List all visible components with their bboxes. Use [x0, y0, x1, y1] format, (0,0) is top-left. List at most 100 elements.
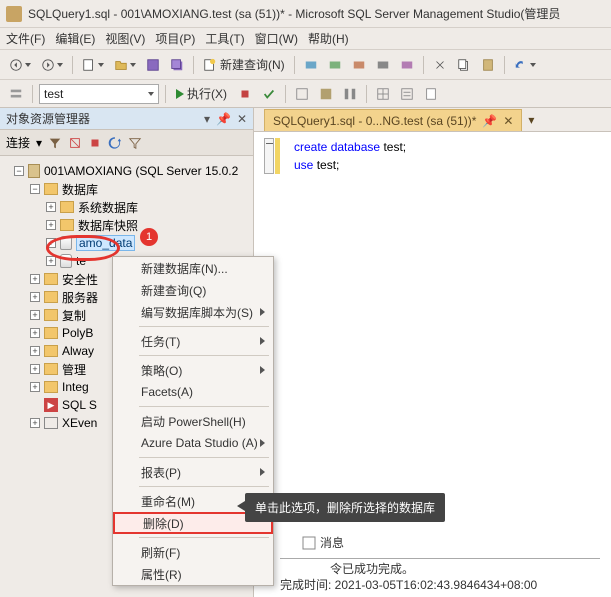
- nav-back-button[interactable]: [6, 54, 34, 76]
- tree-xeven[interactable]: XEven: [62, 416, 97, 430]
- tree-polyb[interactable]: PolyB: [62, 326, 93, 340]
- connect-arrow-icon[interactable]: ▾: [36, 136, 42, 150]
- pin-icon[interactable]: 📌: [482, 114, 497, 128]
- undo-button[interactable]: [511, 54, 539, 76]
- tab-dropdown-icon[interactable]: ▾: [522, 109, 540, 131]
- cm-policies[interactable]: 策略(O): [113, 359, 273, 381]
- cm-reports[interactable]: 报表(P): [113, 461, 273, 483]
- ext-btn-5[interactable]: [397, 54, 417, 76]
- new-query-button[interactable]: 新建查询(N): [200, 54, 288, 76]
- save-all-button[interactable]: [167, 54, 187, 76]
- menu-window[interactable]: 窗口(W): [255, 30, 298, 47]
- cm-properties[interactable]: 属性(R): [113, 563, 273, 585]
- toolbar-main: 新建查询(N): [0, 50, 611, 80]
- disconnect-icon[interactable]: [68, 136, 82, 150]
- filter-icon[interactable]: [48, 136, 62, 150]
- message-icon: [302, 536, 316, 550]
- tree-databases[interactable]: 数据库: [62, 181, 98, 198]
- ext-btn-4[interactable]: [373, 54, 393, 76]
- copy-button[interactable]: [454, 54, 474, 76]
- menu-project[interactable]: 项目(P): [155, 30, 195, 47]
- panel-title-bar: 对象资源管理器 ▾ 📌 ✕: [0, 108, 253, 130]
- title-bar: SQLQuery1.sql - 001\AMOXIANG.test (sa (5…: [0, 0, 611, 28]
- tree-sysdb[interactable]: 系统数据库: [78, 199, 138, 216]
- editor-tab[interactable]: SQLQuery1.sql - 0...NG.test (sa (51))* 📌…: [264, 109, 522, 131]
- open-button[interactable]: [111, 54, 139, 76]
- callout-1-circle: [46, 235, 120, 261]
- play-icon: [176, 89, 184, 99]
- status-message: 令已成功完成。: [330, 560, 414, 577]
- stop-icon[interactable]: [88, 136, 102, 150]
- database-combo-value: test: [44, 87, 63, 101]
- cm-new-db[interactable]: 新建数据库(N)...: [113, 257, 273, 279]
- change-conn-button[interactable]: [6, 83, 26, 105]
- new-query-icon: [203, 58, 217, 72]
- new-query-label: 新建查询(N): [220, 56, 285, 73]
- results-grid-button[interactable]: [373, 83, 393, 105]
- nav-forward-button[interactable]: [38, 54, 66, 76]
- save-button[interactable]: [143, 54, 163, 76]
- cut-button[interactable]: [430, 54, 450, 76]
- menu-tools[interactable]: 工具(T): [205, 30, 244, 47]
- ext-btn-3[interactable]: [349, 54, 369, 76]
- ext-btn-1[interactable]: [301, 54, 321, 76]
- panel-pin-icon[interactable]: 📌: [216, 112, 231, 126]
- close-tab-icon[interactable]: ✕: [503, 114, 513, 128]
- tooltip: 单击此选项，删除所选择的数据库: [245, 493, 445, 522]
- messages-tab[interactable]: 消息: [320, 534, 344, 551]
- debug-button[interactable]: [235, 83, 255, 105]
- editor-tab-bar: SQLQuery1.sql - 0...NG.test (sa (51))* 📌…: [254, 108, 611, 132]
- database-combo[interactable]: test: [39, 84, 159, 104]
- cm-facets[interactable]: Facets(A): [113, 381, 273, 403]
- connect-label[interactable]: 连接: [6, 134, 30, 151]
- menu-edit[interactable]: 编辑(E): [55, 30, 95, 47]
- panel-title-text: 对象资源管理器: [6, 110, 90, 127]
- tree-serverobj[interactable]: 服务器: [62, 289, 98, 306]
- panel-menu-arrow-icon[interactable]: ▾: [204, 112, 210, 126]
- new-item-button[interactable]: [79, 54, 107, 76]
- ext-btn-2[interactable]: [325, 54, 345, 76]
- tree-manage[interactable]: 管理: [62, 361, 86, 378]
- window-title: SQLQuery1.sql - 001\AMOXIANG.test (sa (5…: [28, 5, 560, 22]
- options-button-3[interactable]: [340, 83, 360, 105]
- refresh-icon[interactable]: [108, 136, 122, 150]
- tree-dbopt[interactable]: 数据库快照: [78, 217, 138, 234]
- options-button-1[interactable]: [292, 83, 312, 105]
- editor-area: SQLQuery1.sql - 0...NG.test (sa (51))* 📌…: [254, 108, 611, 597]
- cm-script[interactable]: 编写数据库脚本为(S): [113, 301, 273, 323]
- results-text-button[interactable]: [397, 83, 417, 105]
- tree-always[interactable]: Alway: [62, 344, 94, 358]
- tree-integ[interactable]: Integ: [62, 380, 89, 394]
- results-file-button[interactable]: [421, 83, 441, 105]
- tree-security[interactable]: 安全性: [62, 271, 98, 288]
- tree-sqls[interactable]: SQL S: [62, 398, 97, 412]
- cm-new-query[interactable]: 新建查询(Q): [113, 279, 273, 301]
- editor-tab-label: SQLQuery1.sql - 0...NG.test (sa (51))*: [273, 114, 476, 128]
- app-icon: [6, 6, 22, 22]
- chevron-down-icon: [148, 92, 154, 96]
- change-marker: [275, 138, 280, 174]
- options-button-2[interactable]: [316, 83, 336, 105]
- code-editor[interactable]: create database test; use test;: [254, 132, 611, 597]
- panel-close-icon[interactable]: ✕: [237, 112, 247, 126]
- menu-view[interactable]: 视图(V): [105, 30, 145, 47]
- cm-refresh[interactable]: 刷新(F): [113, 541, 273, 563]
- outline-collapse-icon[interactable]: [264, 138, 274, 174]
- menu-bar: 文件(F) 编辑(E) 视图(V) 项目(P) 工具(T) 窗口(W) 帮助(H…: [0, 28, 611, 50]
- tree-replication[interactable]: 复制: [62, 307, 86, 324]
- execute-label: 执行(X): [187, 85, 227, 102]
- panel-toolbar: 连接 ▾: [0, 130, 253, 156]
- cm-azure-data-studio[interactable]: Azure Data Studio (A): [113, 432, 273, 454]
- paste-button[interactable]: [478, 54, 498, 76]
- toolbar-sql: test 执行(X): [0, 80, 611, 108]
- message-divider: [280, 558, 600, 559]
- cm-tasks[interactable]: 任务(T): [113, 330, 273, 352]
- execute-button[interactable]: 执行(X): [172, 85, 231, 102]
- filter2-icon[interactable]: [128, 136, 142, 150]
- context-menu: 新建数据库(N)... 新建查询(Q) 编写数据库脚本为(S) 任务(T) 策略…: [112, 256, 274, 586]
- tree-server[interactable]: 001\AMOXIANG (SQL Server 15.0.2: [44, 164, 238, 178]
- menu-help[interactable]: 帮助(H): [308, 30, 349, 47]
- cm-powershell[interactable]: 启动 PowerShell(H): [113, 410, 273, 432]
- menu-file[interactable]: 文件(F): [6, 30, 45, 47]
- parse-button[interactable]: [259, 83, 279, 105]
